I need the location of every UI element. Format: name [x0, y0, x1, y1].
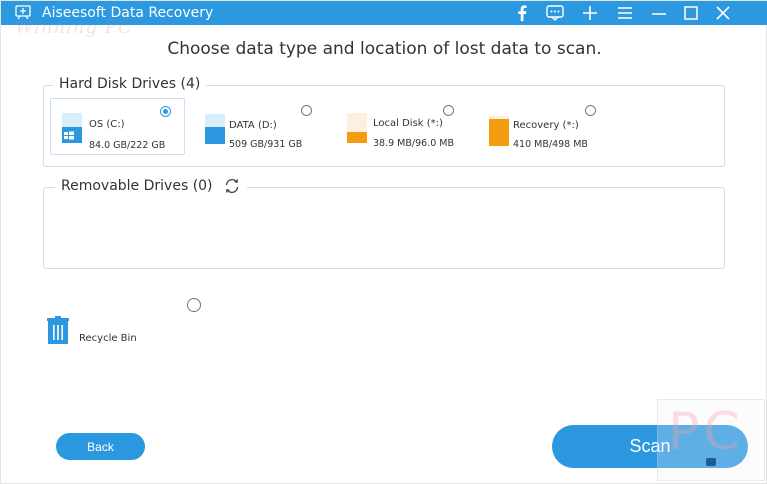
close-icon[interactable]	[712, 3, 734, 23]
drive-name: Local Disk (*:)	[373, 118, 443, 129]
drive-item-recovery[interactable]: Recovery (*:) 410 MB/498 MB	[481, 98, 606, 155]
minimize-icon[interactable]	[648, 3, 670, 23]
removable-drives-group	[43, 187, 725, 269]
drive-name: OS (C:)	[89, 119, 125, 130]
recycle-bin-label: Recycle Bin	[79, 333, 137, 344]
drive-icon	[205, 114, 225, 144]
drive-item-local-disk[interactable]: Local Disk (*:) 38.9 MB/96.0 MB	[339, 98, 464, 155]
removable-drives-header: Removable Drives (0)	[55, 178, 247, 194]
drive-item-os-c[interactable]: OS (C:) 84.0 GB/222 GB	[50, 98, 185, 155]
recycle-bin-radio[interactable]	[187, 298, 201, 312]
drive-radio[interactable]	[443, 105, 454, 116]
drive-icon	[347, 113, 367, 143]
drive-radio[interactable]	[301, 105, 312, 116]
back-button[interactable]: Back	[56, 433, 145, 460]
corner-watermark: PC	[657, 399, 765, 481]
app-window: Aiseesoft Data Recovery Winning PC Choos…	[0, 0, 767, 484]
corner-watermark-text: PC	[668, 402, 744, 462]
facebook-icon[interactable]	[511, 3, 533, 23]
watermark-dot	[706, 458, 716, 466]
menu-icon[interactable]	[614, 3, 636, 23]
drive-size: 38.9 MB/96.0 MB	[373, 138, 454, 149]
drive-size: 410 MB/498 MB	[513, 139, 588, 150]
feedback-icon[interactable]	[544, 3, 566, 23]
watermark: Winning PC	[15, 17, 133, 38]
maximize-icon[interactable]	[680, 3, 702, 23]
drive-name: Recovery (*:)	[513, 120, 579, 131]
drive-name: DATA (D:)	[229, 120, 277, 131]
drive-item-data-d[interactable]: DATA (D:) 509 GB/931 GB	[196, 98, 321, 155]
removable-drives-label: Removable Drives (0)	[61, 178, 213, 194]
drive-size: 84.0 GB/222 GB	[89, 140, 166, 151]
drive-icon	[489, 116, 509, 146]
refresh-icon[interactable]	[223, 178, 241, 194]
drive-radio[interactable]	[585, 105, 596, 116]
windows-drive-icon	[62, 113, 82, 143]
drive-radio[interactable]	[160, 106, 171, 117]
drive-size: 509 GB/931 GB	[229, 139, 303, 150]
page-heading: Choose data type and location of lost da…	[167, 39, 602, 59]
hard-disk-drives-label: Hard Disk Drives (4)	[53, 76, 207, 92]
trash-icon[interactable]	[47, 316, 69, 348]
plus-icon[interactable]	[579, 3, 601, 23]
